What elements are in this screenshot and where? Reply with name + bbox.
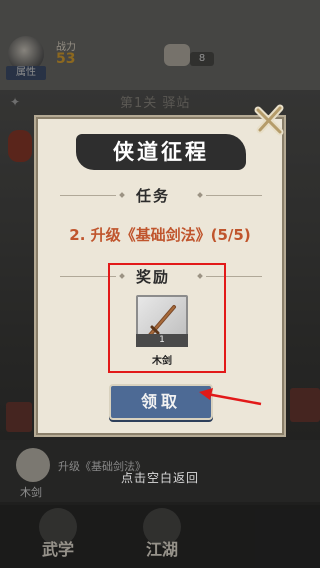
- dismiss-hint: 点击空白返回: [120, 471, 199, 485]
- divider: [60, 195, 116, 196]
- divider-dot: [119, 192, 125, 198]
- task-heading: 任务: [136, 187, 171, 205]
- task-text: 2. 升级《基础剑法》(5/5): [69, 226, 251, 244]
- divider-dot: [197, 192, 203, 198]
- divider: [206, 195, 262, 196]
- close-icon[interactable]: [250, 100, 290, 140]
- annotation-arrow-icon: [199, 388, 262, 406]
- reward-item-name: 木剑: [152, 356, 172, 367]
- modal-title: 侠道征程: [113, 140, 209, 164]
- reward-item-count: 1: [136, 334, 188, 347]
